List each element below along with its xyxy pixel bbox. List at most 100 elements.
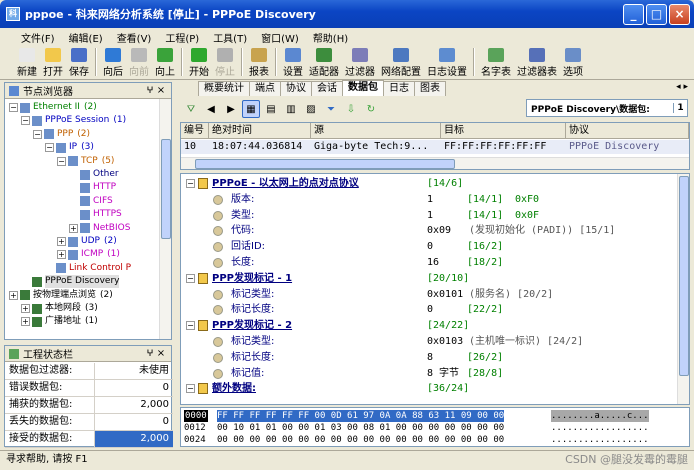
toolbar-new-button[interactable]: 新建 xyxy=(14,46,40,78)
close-pane-icon[interactable]: × xyxy=(155,85,167,96)
collapse-icon[interactable]: − xyxy=(21,116,30,126)
tab-2[interactable]: 协议 xyxy=(280,81,312,96)
collapse-icon[interactable]: − xyxy=(9,103,18,112)
decode-scrollbar[interactable] xyxy=(677,174,689,404)
maximize-button[interactable]: □ xyxy=(646,4,667,25)
decode-row[interactable]: − PPPoE - 以太网上的点对点协议 [14/6] xyxy=(181,177,677,191)
decode-row[interactable]: 长度: 16 [18/2] xyxy=(181,256,677,270)
pin-icon[interactable]: ⵖ xyxy=(145,86,155,96)
tree-scrollbar[interactable] xyxy=(159,99,171,339)
tree-node[interactable]: + UDP (2) xyxy=(57,235,117,248)
menu-item[interactable]: 窗口(W) xyxy=(254,30,306,45)
table-header[interactable]: 编号 xyxy=(181,123,209,139)
tab-4[interactable]: 数据包 xyxy=(342,80,384,96)
tab-3[interactable]: 会话 xyxy=(311,81,343,96)
collapse-icon[interactable]: − xyxy=(186,321,195,331)
tab-5[interactable]: 日志 xyxy=(383,81,415,96)
forward-arrow-icon[interactable]: ▶ xyxy=(222,100,240,118)
toolbar-open-button[interactable]: 打开 xyxy=(40,46,66,78)
menu-item[interactable]: 编辑(E) xyxy=(62,30,110,45)
decode-row[interactable]: 代码: 0x09 (发现初始化 (PADI)) [15/1] xyxy=(181,224,677,238)
toolbar-settings-button[interactable]: 设置 xyxy=(280,46,306,78)
tree-node[interactable]: CIFS xyxy=(69,195,113,208)
tree-node[interactable]: − IP (3) xyxy=(45,141,94,154)
table-header[interactable]: 协议 xyxy=(566,123,689,139)
decode-view-icon[interactable]: ▨ xyxy=(302,100,320,118)
table-hscrollbar[interactable] xyxy=(181,157,689,169)
expand-icon[interactable]: + xyxy=(21,304,30,313)
table-header[interactable]: 目标 xyxy=(441,123,566,139)
tree-node[interactable]: + NetBIOS xyxy=(69,222,130,235)
expand-icon[interactable]: + xyxy=(69,223,78,233)
hex-ascii[interactable]: .................. xyxy=(551,434,649,446)
layout-1-icon[interactable]: ▦ xyxy=(242,100,260,118)
tree-node[interactable]: + 广播地址 (1) xyxy=(21,315,98,328)
decode-row[interactable]: 版本: 1 [14/1] 0xF0 xyxy=(181,193,677,207)
hex-bytes[interactable]: 00 10 01 01 00 00 01 03 00 08 01 00 00 0… xyxy=(217,422,504,434)
menu-item[interactable]: 文件(F) xyxy=(14,30,62,45)
tree-node[interactable]: HTTPS xyxy=(69,208,122,221)
menu-item[interactable]: 帮助(H) xyxy=(306,30,355,45)
tree-node[interactable]: Other xyxy=(69,168,119,181)
back-arrow-icon[interactable]: ◀ xyxy=(202,100,220,118)
tree-node[interactable]: − Ethernet II (2) xyxy=(9,101,97,114)
collapse-icon[interactable]: − xyxy=(186,179,195,188)
hex-ascii[interactable]: .................. xyxy=(551,422,649,434)
tab-1[interactable]: 端点 xyxy=(249,81,281,96)
hex-ascii[interactable]: ........a.....c... xyxy=(551,410,649,422)
decode-row[interactable]: − PPP发现标记 - 1 [20/10] xyxy=(181,272,677,286)
pin-icon[interactable]: ⵖ xyxy=(145,349,155,359)
tree-node[interactable]: PPPoE Discovery xyxy=(21,275,120,289)
tree-node[interactable]: − TCP (5) xyxy=(57,155,114,168)
decode-row[interactable]: 标记值: 8 字节 [28/8] xyxy=(181,367,677,381)
toolbar-filtertable-button[interactable]: 过滤器表 xyxy=(514,46,560,78)
tree-node[interactable]: − PPP (2) xyxy=(33,128,90,141)
toolbar-save-button[interactable]: 保存 xyxy=(66,46,92,78)
tree-node[interactable]: HTTP xyxy=(69,181,116,194)
layout-3-icon[interactable]: ▥ xyxy=(282,100,300,118)
tab-6[interactable]: 图表 xyxy=(414,81,446,96)
menu-item[interactable]: 工程(P) xyxy=(158,30,206,45)
expand-icon[interactable]: + xyxy=(21,317,30,327)
minimize-button[interactable]: _ xyxy=(623,4,644,25)
export-icon[interactable]: ⇩ xyxy=(342,100,360,118)
decode-row[interactable]: − 额外数据: [36/24] xyxy=(181,382,677,396)
menu-item[interactable]: 查看(V) xyxy=(110,30,159,45)
close-button[interactable]: × xyxy=(669,4,690,25)
toolbar-nametable-button[interactable]: 名字表 xyxy=(478,46,514,78)
decode-row[interactable]: 标记长度: 0 [22/2] xyxy=(181,303,677,317)
menu-item[interactable]: 工具(T) xyxy=(206,30,254,45)
filter-icon[interactable]: ⛛ xyxy=(182,100,200,118)
decode-row[interactable]: 标记类型: 0x0103 (主机唯一标识) [24/2] xyxy=(181,335,677,349)
table-header[interactable]: 绝对时间 xyxy=(209,123,311,139)
tree-node[interactable]: + ICMP (1) xyxy=(57,248,120,261)
expand-icon[interactable]: + xyxy=(57,237,66,246)
collapse-icon[interactable]: − xyxy=(57,156,66,166)
toolbar-adapter-button[interactable]: 适配器 xyxy=(306,46,342,78)
decode-row[interactable]: 标记类型: 0x0101 (服务名) [20/2] xyxy=(181,288,677,302)
decode-row[interactable]: 回话ID: 0 [16/2] xyxy=(181,240,677,254)
toolbar-filter-button[interactable]: 过滤器 xyxy=(342,46,378,78)
collapse-icon[interactable]: − xyxy=(45,143,54,153)
packet-number[interactable]: 1 xyxy=(673,103,687,113)
hex-bytes[interactable]: 00 00 00 00 00 00 00 00 00 00 00 00 00 0… xyxy=(217,434,504,446)
expand-icon[interactable]: + xyxy=(57,250,66,260)
tab-scroll-arrows[interactable]: ◂ ▸ xyxy=(676,82,688,92)
collapse-icon[interactable]: − xyxy=(186,273,195,283)
refresh-icon[interactable]: ↻ xyxy=(362,100,380,118)
toolbar-up-button[interactable]: 向上 xyxy=(152,46,178,78)
toolbar-logsettings-button[interactable]: 日志设置 xyxy=(424,46,470,78)
toolbar-netconfig-button[interactable]: 网络配置 xyxy=(378,46,424,78)
toolbar-report-button[interactable]: 报表 xyxy=(246,46,272,78)
decode-row[interactable]: − PPP发现标记 - 2 [24/22] xyxy=(181,319,677,333)
table-header[interactable]: 源 xyxy=(311,123,441,139)
hex-bytes[interactable]: FF FF FF FF FF FF 00 0D 61 97 0A 0A 88 6… xyxy=(217,410,505,422)
tree-node[interactable]: − PPPoE Session (1) xyxy=(21,114,126,127)
collapse-icon[interactable]: − xyxy=(33,129,42,139)
collapse-icon[interactable]: − xyxy=(186,384,195,394)
tab-0[interactable]: 概要统计 xyxy=(198,81,250,96)
decode-row[interactable]: 标记长度: 8 [26/2] xyxy=(181,351,677,365)
funnel-icon[interactable]: ⏷ xyxy=(322,100,340,118)
tree-node[interactable]: + 本地网段 (3) xyxy=(21,302,98,315)
toolbar-stop-button[interactable]: 停止 xyxy=(212,46,238,78)
